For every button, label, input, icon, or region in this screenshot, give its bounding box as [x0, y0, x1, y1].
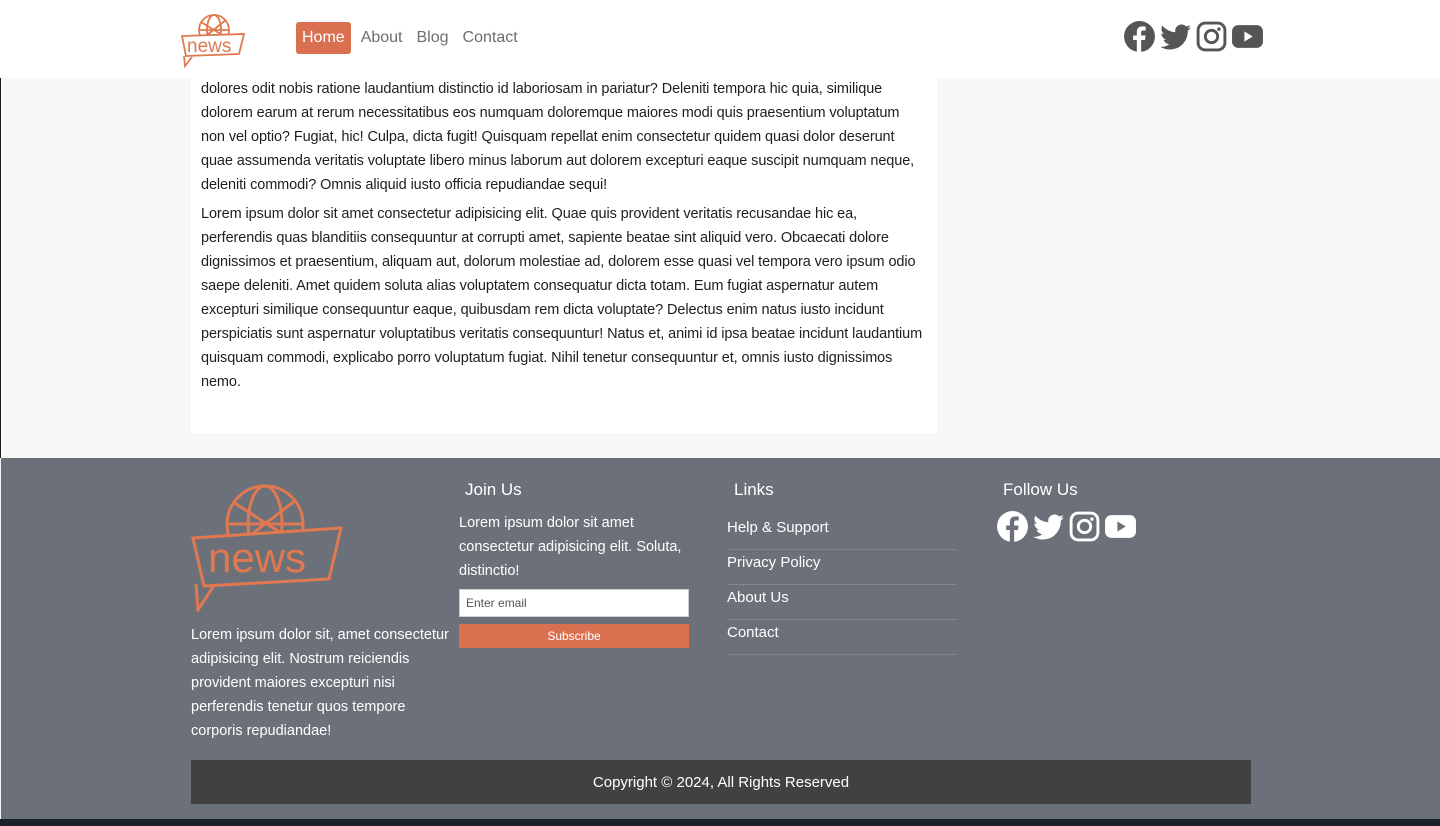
link-privacy-policy[interactable]: Privacy Policy [727, 551, 957, 575]
facebook-icon[interactable] [1123, 20, 1156, 53]
list-item: About Us [727, 586, 957, 620]
footer-social-links [996, 510, 1137, 543]
list-item: Contact [727, 621, 957, 655]
main-nav: Home About Blog Contact [296, 22, 522, 54]
nav-home[interactable]: Home [296, 22, 351, 54]
footer-about-text: Lorem ipsum dolor sit, amet consectetur … [191, 627, 449, 739]
header-social-links [1123, 20, 1264, 53]
site-footer: news Lorem ipsum dolor sit, amet consect… [1, 458, 1440, 819]
join-us-text: Lorem ipsum dolor sit amet consectetur a… [459, 515, 682, 579]
youtube-icon[interactable] [1104, 510, 1137, 543]
svg-text:news: news [208, 534, 306, 581]
nav-about[interactable]: About [357, 22, 407, 54]
follow-us-heading: Follow Us [1003, 480, 1078, 499]
footer-news-logo[interactable]: news [190, 472, 344, 615]
copyright-bar: Copyright © 2024, All Rights Reserved [191, 760, 1251, 804]
list-item: Help & Support [727, 516, 957, 550]
globe-logo-icon: news [191, 484, 343, 615]
nav-contact[interactable]: Contact [459, 22, 522, 54]
copyright-text: Copyright © 2024, All Rights Reserved [592, 773, 850, 791]
window-bottom-edge [0, 819, 1440, 826]
article-paragraph: Lorem ipsum dolor sit amet consectetur a… [201, 206, 923, 390]
nav-blog[interactable]: Blog [413, 22, 453, 54]
link-contact[interactable]: Contact [727, 621, 957, 645]
subscribe-button[interactable]: Subscribe [459, 624, 689, 648]
top-navbar: news Home About Blog Contact [0, 0, 1440, 78]
link-help-support[interactable]: Help & Support [727, 516, 957, 540]
instagram-icon[interactable] [1068, 510, 1101, 543]
globe-logo-icon: news [180, 14, 246, 69]
instagram-icon[interactable] [1195, 20, 1228, 53]
youtube-icon[interactable] [1231, 20, 1264, 53]
link-about-us[interactable]: About Us [727, 586, 957, 610]
join-us-heading: Join Us [465, 480, 522, 499]
twitter-icon[interactable] [1159, 20, 1192, 53]
footer-links-list: Help & Support Privacy Policy About Us C… [727, 516, 957, 656]
svg-text:news: news [187, 36, 231, 57]
email-field[interactable] [459, 589, 689, 617]
article-body: dolores odit nobis ratione laudantium di… [191, 78, 937, 433]
news-logo[interactable]: news [180, 8, 248, 69]
article-paragraph: dolores odit nobis ratione laudantium di… [201, 81, 915, 193]
twitter-icon[interactable] [1032, 510, 1065, 543]
list-item: Privacy Policy [727, 551, 957, 585]
links-heading: Links [734, 480, 774, 499]
facebook-icon[interactable] [996, 510, 1029, 543]
